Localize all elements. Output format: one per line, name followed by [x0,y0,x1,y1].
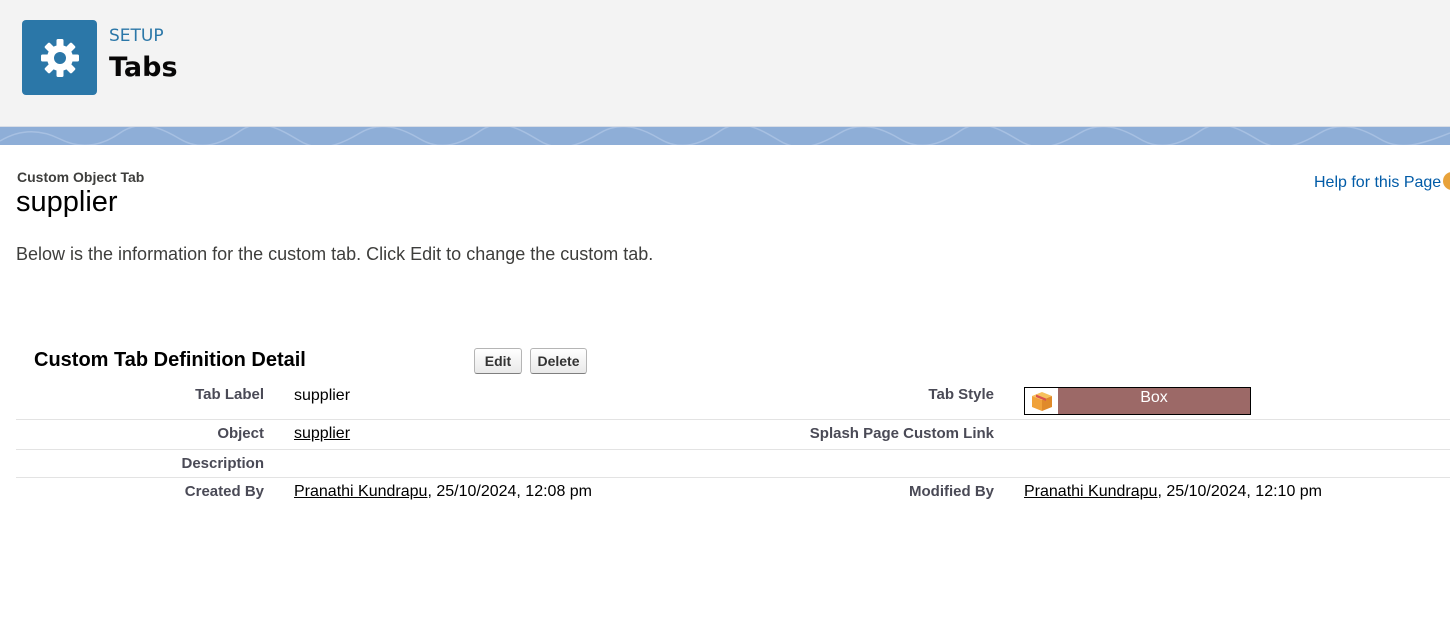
modified-by-timestamp: , 25/10/2024, 12:10 pm [1157,483,1323,500]
gear-icon [22,20,97,95]
created-by-value: Pranathi Kundrapu, 25/10/2024, 12:08 pm [294,483,592,501]
setup-header: SETUP Tabs [0,0,1450,127]
decorative-band [0,127,1450,145]
created-by-label: Created By [184,483,264,500]
edit-button[interactable]: Edit [474,348,522,374]
description-label: Description [181,455,264,472]
splash-page-label: Splash Page Custom Link [809,425,994,442]
tab-label-value: supplier [294,387,351,404]
created-by-user-link[interactable]: Pranathi Kundrapu [294,483,427,500]
section-title: Custom Tab Definition Detail [34,349,306,371]
tab-style-label: Tab Style [928,386,994,403]
object-label: Object [217,425,264,442]
box-icon [1032,392,1052,411]
help-link[interactable]: Help for this Page [1314,174,1441,192]
tab-label-label: Tab Label [195,386,264,403]
record-name: supplier [16,186,118,218]
modified-by-value: Pranathi Kundrapu, 25/10/2024, 12:10 pm [1024,483,1322,501]
setup-breadcrumb: SETUP [109,26,164,46]
tab-style-name: Box [1058,388,1250,414]
page-title: Tabs [109,52,178,83]
created-by-timestamp: , 25/10/2024, 12:08 pm [427,483,593,500]
modified-by-user-link[interactable]: Pranathi Kundrapu [1024,483,1157,500]
intro-text: Below is the information for the custom … [16,244,654,264]
object-link[interactable]: supplier [294,425,350,443]
tab-style-swatch: Box [1024,387,1251,415]
modified-by-label: Modified By [909,483,994,500]
delete-button[interactable]: Delete [530,348,587,374]
help-icon[interactable] [1443,172,1450,190]
page-type-label: Custom Object Tab [17,169,145,185]
